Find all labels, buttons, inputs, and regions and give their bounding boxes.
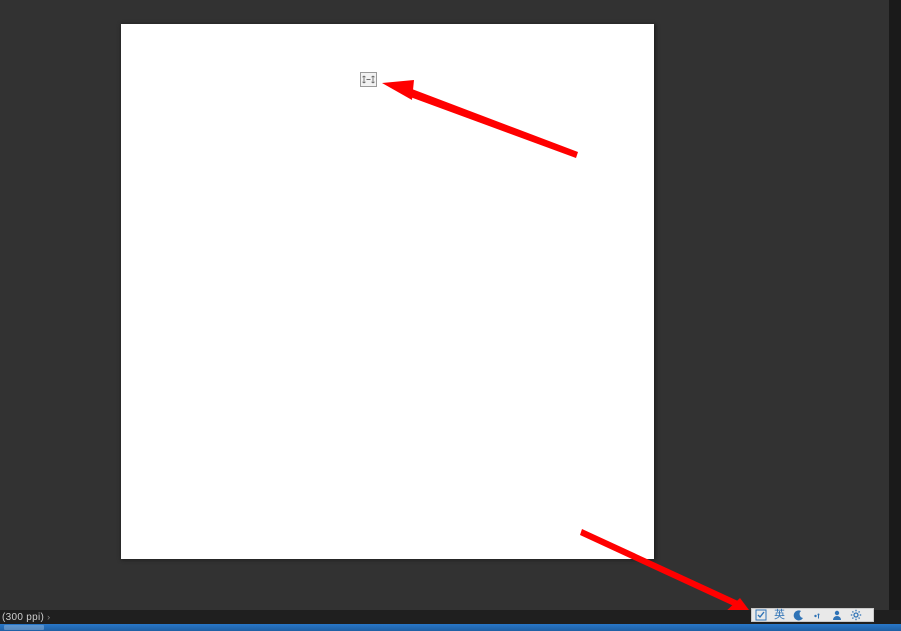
editor-workspace [0,0,901,610]
ime-toolbar[interactable]: 英 [751,608,874,622]
windows-taskbar[interactable] [0,624,901,631]
resolution-readout: (300 ppi) [2,612,44,623]
punctuation-mode-icon[interactable] [810,609,825,621]
moon-icon[interactable] [791,609,806,621]
ime-input-mode-icon[interactable] [753,609,768,621]
text-cursor-icon [362,75,375,84]
status-chevron-icon[interactable]: › [47,612,50,622]
text-placeholder-box[interactable] [360,72,377,87]
ime-language-button[interactable]: 英 [772,609,787,621]
user-icon[interactable] [829,609,844,621]
taskbar-active-indicator [4,625,44,630]
vertical-scrollbar[interactable] [889,0,901,610]
document-canvas[interactable] [121,24,654,559]
gear-icon[interactable] [848,609,863,621]
